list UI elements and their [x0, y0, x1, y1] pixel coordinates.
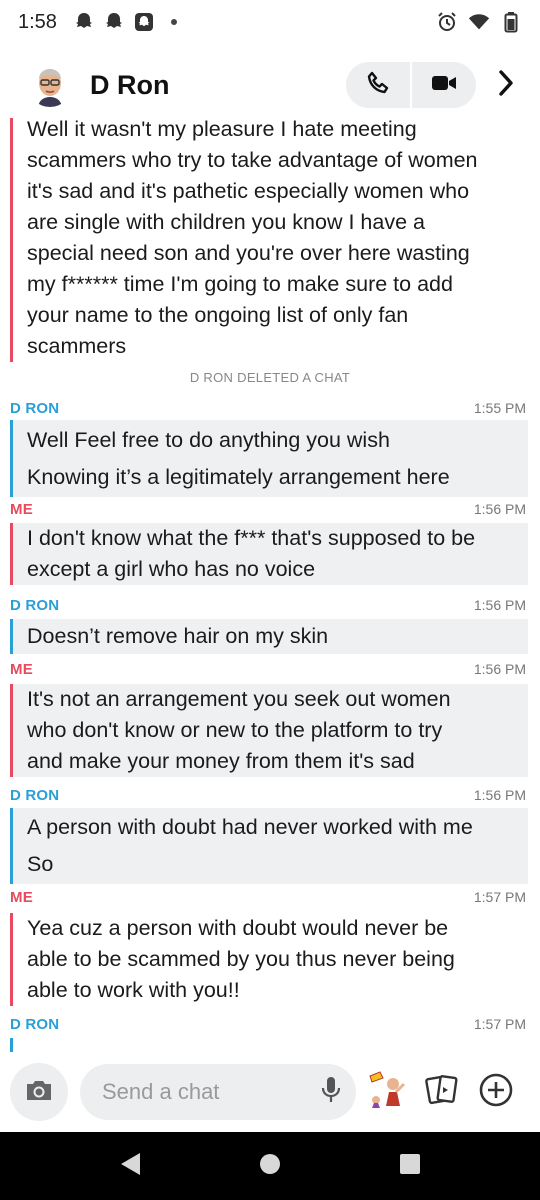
- message-line: It's not an arrangement you seek out wom…: [27, 687, 451, 711]
- message[interactable]: Doesn’t remove hair on my skin: [10, 619, 528, 654]
- status-time: 1:58: [18, 10, 57, 33]
- sender-label: D RON: [10, 399, 60, 417]
- sender-label: ME: [10, 500, 33, 518]
- notification-dot-icon: [163, 11, 185, 33]
- message-line: your name to the ongoing list of only fa…: [27, 303, 409, 327]
- message-header: ME 1:56 PM: [10, 658, 526, 680]
- video-call-button[interactable]: [412, 62, 476, 108]
- home-circle-icon[interactable]: [258, 1152, 282, 1180]
- microphone-icon[interactable]: [320, 1075, 342, 1109]
- sender-label: D RON: [10, 786, 60, 804]
- recents-square-icon[interactable]: [398, 1152, 422, 1180]
- message-line: special need son and you're over here wa…: [27, 241, 470, 265]
- video-camera-icon: [430, 72, 458, 98]
- message-line: So: [27, 852, 54, 876]
- status-notification-icons: [73, 11, 185, 33]
- message-line: able to work with you!!: [27, 978, 240, 1002]
- message-bubble: Well Feel free to do anything you wish K…: [10, 420, 528, 497]
- message-line: it's sad and it's pathetic especially wo…: [27, 179, 470, 203]
- deleted-chat-notice: D RON DELETED A CHAT: [189, 370, 351, 385]
- message-line: Doesn’t remove hair on my skin: [27, 624, 329, 648]
- chat-options-button[interactable]: [486, 62, 526, 108]
- snapchat-app-icon: [133, 11, 155, 33]
- message-time: 1:56 PM: [473, 787, 526, 803]
- sender-label: D RON: [10, 596, 60, 614]
- message[interactable]: Well Feel free to do anything you wish K…: [10, 420, 528, 497]
- system-navbar: [0, 1132, 540, 1200]
- message-time: 1:57 PM: [473, 889, 526, 905]
- message-partial: Well it wasn't my pleasure I hate meetin…: [10, 118, 528, 362]
- chevron-right-icon: [496, 69, 516, 101]
- phone-icon: [365, 70, 391, 100]
- add-icon: [478, 1072, 514, 1112]
- message-line: Yea cuz a person with doubt would never …: [27, 916, 449, 940]
- message-header: D RON 1:56 PM: [10, 784, 526, 806]
- message-header: D RON 1:56 PM: [10, 594, 526, 616]
- message-bubble: Doesn’t remove hair on my skin: [10, 619, 528, 654]
- message-header: D RON 1:57 PM: [10, 1013, 526, 1035]
- message-time: 1:56 PM: [473, 501, 526, 517]
- voice-call-button[interactable]: [346, 62, 410, 108]
- chat-composer: [0, 1052, 540, 1132]
- message-header: ME 1:56 PM: [10, 498, 526, 520]
- message-line: Knowing it’s a legitimately arrangement …: [27, 465, 450, 489]
- message-line: I don't know what the f*** that's suppos…: [27, 526, 476, 550]
- sender-label: D RON: [10, 1015, 60, 1033]
- snapchat-ghost-icon: [103, 11, 125, 33]
- message-bubble: A person with doubt had never worked wit…: [10, 808, 528, 884]
- message[interactable]: It's not an arrangement you seek out wom…: [10, 684, 528, 777]
- back-triangle-icon[interactable]: [118, 1151, 142, 1181]
- message-line: able to be scammed by you thus never bei…: [27, 947, 455, 971]
- message[interactable]: Yea cuz a person with doubt would never …: [10, 913, 528, 1006]
- chat-thread[interactable]: Well it wasn't my pleasure I hate meetin…: [0, 118, 540, 1052]
- message-line: are single with children you know I have…: [27, 210, 425, 234]
- message-line: A person with doubt had never worked wit…: [27, 815, 473, 839]
- camera-button[interactable]: [10, 1063, 68, 1121]
- status-bar: 1:58: [0, 0, 540, 44]
- message-line: my f****** time I'm going to make sure t…: [27, 272, 453, 296]
- call-buttons: [346, 62, 476, 108]
- status-system-icons: [436, 11, 522, 33]
- add-button[interactable]: [474, 1070, 518, 1114]
- message-line: Well it wasn't my pleasure I hate meetin…: [27, 118, 417, 141]
- bitmoji-sticker-icon: [366, 1068, 410, 1116]
- memories-button[interactable]: [420, 1070, 464, 1114]
- message-bubble: [10, 1038, 528, 1052]
- message-bubble: I don't know what the f*** that's suppos…: [10, 523, 528, 585]
- bitmoji-avatar[interactable]: [28, 63, 72, 107]
- camera-icon: [24, 1077, 54, 1107]
- message-time: 1:56 PM: [473, 597, 526, 613]
- message-line: scammers who try to take advantage of wo…: [27, 148, 478, 172]
- alarm-icon: [436, 11, 458, 33]
- message-cutoff[interactable]: [10, 1038, 528, 1052]
- contact-name[interactable]: D Ron: [90, 70, 169, 101]
- message-line: Well Feel free to do anything you wish: [27, 428, 390, 452]
- memories-cards-icon: [424, 1073, 460, 1111]
- wifi-icon: [468, 11, 490, 33]
- message[interactable]: I don't know what the f*** that's suppos…: [10, 523, 528, 585]
- message-time: 1:56 PM: [473, 661, 526, 677]
- send-chat-input[interactable]: [102, 1079, 298, 1105]
- message-bubble: It's not an arrangement you seek out wom…: [10, 684, 528, 777]
- chat-input-container[interactable]: [80, 1064, 356, 1120]
- message-header: D RON 1:55 PM: [10, 397, 526, 419]
- message-header: ME 1:57 PM: [10, 886, 526, 908]
- message-time: 1:57 PM: [473, 1016, 526, 1032]
- bitmoji-sticker-button[interactable]: [366, 1070, 410, 1114]
- message-time: 1:55 PM: [473, 400, 526, 416]
- message-line: and make your money from them it's sad: [27, 749, 415, 773]
- message-bubble: Well it wasn't my pleasure I hate meetin…: [10, 118, 528, 362]
- message-line: who don't know or new to the platform to…: [27, 718, 443, 742]
- message[interactable]: A person with doubt had never worked wit…: [10, 808, 528, 884]
- message-bubble: Yea cuz a person with doubt would never …: [10, 913, 528, 1006]
- snapchat-ghost-icon: [73, 11, 95, 33]
- battery-icon: [500, 11, 522, 33]
- sender-label: ME: [10, 660, 33, 678]
- message-line: except a girl who has no voice: [27, 557, 316, 581]
- sender-label: ME: [10, 888, 33, 906]
- message-line: scammers: [27, 334, 127, 358]
- chat-header: D Ron: [0, 52, 540, 118]
